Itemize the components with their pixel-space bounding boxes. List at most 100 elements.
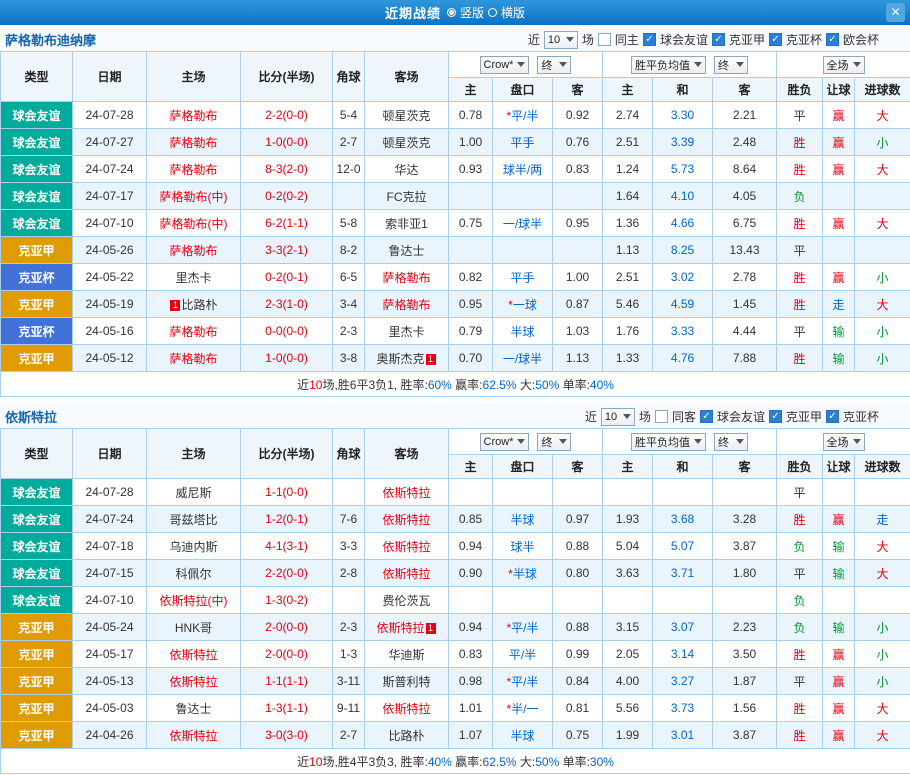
final-odds-select[interactable]: 终 (537, 433, 571, 451)
team-name: 萨格勒布(中) (160, 217, 228, 231)
team-name: 依斯特拉(中) (160, 594, 228, 608)
avg-away-odds: 3.28 (713, 506, 777, 533)
competition-checkbox[interactable]: ✓ (700, 410, 713, 423)
match-row: 球会友谊24-07-18乌迪内斯4-1(3-1)3-3依斯特拉0.94球半0.8… (1, 533, 910, 560)
scope-select[interactable]: 全场 (823, 56, 865, 74)
avg-away-odds: 1.45 (713, 291, 777, 318)
asian-away-odds: 0.80 (553, 560, 603, 587)
handicap-cell: 赢 (823, 102, 855, 129)
portrait-radio-label[interactable]: 竖版 (460, 4, 484, 21)
final-odds-select-2[interactable]: 终 (714, 56, 748, 74)
asian-away-header: 客 (553, 78, 603, 102)
match-date: 24-07-18 (73, 533, 147, 560)
avg-draw-odds: 5.07 (653, 533, 713, 560)
competition-checkbox[interactable]: ✓ (826, 410, 839, 423)
avg-home-odds: 1.64 (603, 183, 653, 210)
result-cell: 胜 (777, 722, 823, 749)
result-cell: 平 (777, 560, 823, 587)
away-team: 费伦茨瓦 (365, 587, 449, 614)
landscape-radio[interactable] (488, 8, 497, 17)
portrait-radio[interactable] (447, 8, 456, 17)
same-venue-label: 同客 (672, 408, 696, 425)
asian-home-odds (449, 237, 493, 264)
competition-tag: 克亚杯 (1, 318, 73, 345)
final-odds-select-2[interactable]: 终 (714, 433, 748, 451)
avg-away-odds: 3.87 (713, 722, 777, 749)
corner-count: 5-4 (333, 102, 365, 129)
avg-odds-select[interactable]: 胜平负均值 (631, 56, 706, 74)
same-venue-checkbox[interactable] (655, 410, 668, 423)
avg-draw-odds: 4.66 (653, 210, 713, 237)
result-cell: 负 (777, 587, 823, 614)
asian-away-odds (553, 479, 603, 506)
near-label: 近 (585, 408, 597, 425)
competition-checkbox[interactable]: ✓ (643, 33, 656, 46)
games-count-select[interactable]: 10 (601, 408, 635, 426)
team-name: 萨格勒布 (169, 325, 217, 339)
avg-home-odds: 1.24 (603, 156, 653, 183)
same-venue-checkbox[interactable] (598, 33, 611, 46)
close-icon[interactable]: ✕ (886, 3, 905, 22)
home-team: 乌迪内斯 (147, 533, 241, 560)
corner-count: 7-6 (333, 506, 365, 533)
col-date-header: 日期 (73, 52, 147, 102)
home-team: 依斯特拉 (147, 668, 241, 695)
corner-count (333, 587, 365, 614)
away-team: 萨格勒布 (365, 291, 449, 318)
avg-away-odds: 2.21 (713, 102, 777, 129)
avg-away-odds (713, 479, 777, 506)
home-team: 威尼斯 (147, 479, 241, 506)
match-table-body: 球会友谊24-07-28威尼斯1-1(0-0)依斯特拉平球会友谊24-07-24… (1, 479, 910, 749)
goals-cell: 小 (855, 318, 910, 345)
games-unit-label: 场 (639, 408, 651, 425)
match-score: 4-1(3-1) (241, 533, 333, 560)
corner-count: 3-3 (333, 533, 365, 560)
avg-away-odds (713, 587, 777, 614)
games-count-select[interactable]: 10 (544, 31, 578, 49)
away-team: 依斯特拉 (365, 533, 449, 560)
competition-checkbox[interactable]: ✓ (712, 33, 725, 46)
asian-away-odds: 0.75 (553, 722, 603, 749)
avg-draw-odds: 8.25 (653, 237, 713, 264)
match-row: 球会友谊24-07-24萨格勒布8-3(2-0)12-0华达0.93球半/两0.… (1, 156, 910, 183)
corner-count: 6-5 (333, 264, 365, 291)
competition-label: 球会友谊 (717, 408, 765, 425)
goals-cell: 小 (855, 345, 910, 372)
bookmaker-select[interactable]: Crow* (480, 56, 530, 74)
match-row: 克亚甲24-05-24HNK哥2-0(0-0)2-3依斯特拉10.94*平/半0… (1, 614, 910, 641)
team-name-title: 萨格勒布迪纳摩 (5, 30, 96, 49)
asian-home-odds: 0.70 (449, 345, 493, 372)
scope-select[interactable]: 全场 (823, 433, 865, 451)
goals-cell: 小 (855, 614, 910, 641)
match-score: 0-2(0-1) (241, 264, 333, 291)
match-row: 克亚甲24-05-26萨格勒布3-3(2-1)8-2鲁达士1.138.2513.… (1, 237, 910, 264)
result-cell: 平 (777, 237, 823, 264)
team-name: 萨格勒布 (169, 244, 217, 258)
goals-header: 进球数 (855, 455, 910, 479)
landscape-radio-label[interactable]: 横版 (501, 4, 525, 21)
asian-home-odds: 1.01 (449, 695, 493, 722)
avg-away-header: 客 (713, 78, 777, 102)
home-team: 科佩尔 (147, 560, 241, 587)
result-cell: 负 (777, 183, 823, 210)
competition-checkbox[interactable]: ✓ (769, 33, 782, 46)
handicap-cell: 输 (823, 318, 855, 345)
match-score: 2-3(1-0) (241, 291, 333, 318)
avg-home-odds: 2.05 (603, 641, 653, 668)
avg-odds-select[interactable]: 胜平负均值 (631, 433, 706, 451)
final-odds-select[interactable]: 终 (537, 56, 571, 74)
competition-checkbox[interactable]: ✓ (769, 410, 782, 423)
bookmaker-select[interactable]: Crow* (480, 433, 530, 451)
away-team: 斯普利特 (365, 668, 449, 695)
team-name: 顿星茨克 (382, 136, 430, 150)
handicap-cell (823, 237, 855, 264)
asian-away-odds: 0.95 (553, 210, 603, 237)
competition-checkbox[interactable]: ✓ (826, 33, 839, 46)
match-row: 克亚甲24-05-12萨格勒布1-0(0-0)3-8奥斯杰克10.70一/球半1… (1, 345, 910, 372)
avg-home-odds: 1.99 (603, 722, 653, 749)
goals-cell: 走 (855, 506, 910, 533)
team-name: 依斯特拉 (169, 729, 217, 743)
competition-tag: 球会友谊 (1, 479, 73, 506)
avg-draw-odds: 4.10 (653, 183, 713, 210)
handicap-cell: 输 (823, 345, 855, 372)
